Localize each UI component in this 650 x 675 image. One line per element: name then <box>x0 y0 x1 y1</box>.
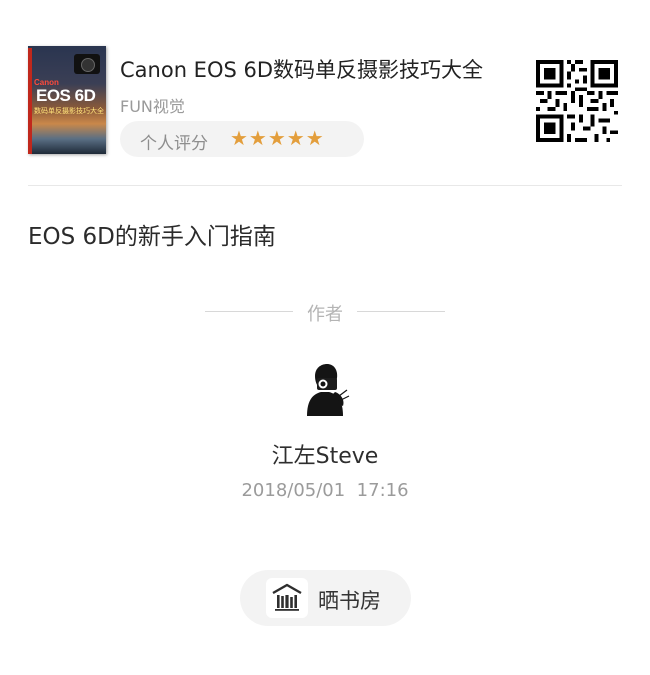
author-name[interactable]: 江左Steve <box>0 438 650 470</box>
brand-logo <box>266 578 308 618</box>
book-header[interactable]: Canon EOS 6D 数码单反摄影技巧大全 Canon EOS 6D数码单反… <box>28 44 622 160</box>
section-divider <box>28 185 622 186</box>
cover-subtitle-text: 数码单反摄影技巧大全 <box>34 107 104 115</box>
camera-icon <box>74 54 100 74</box>
author-heading: 作者 <box>205 298 445 326</box>
book-spine <box>28 48 32 154</box>
book-cover-image[interactable]: Canon EOS 6D 数码单反摄影技巧大全 <box>28 46 106 154</box>
book-publisher: FUN视觉 <box>120 97 185 116</box>
brand-name: 晒书房 <box>318 589 381 613</box>
author-avatar[interactable] <box>293 356 357 420</box>
book-share-page: Canon EOS 6D 数码单反摄影技巧大全 Canon EOS 6D数码单反… <box>0 0 650 675</box>
book-title[interactable]: Canon EOS 6D数码单反摄影技巧大全 <box>120 54 483 84</box>
article-title[interactable]: EOS 6D的新手入门指南 <box>28 217 276 251</box>
publish-timestamp: 2018/05/01 17:16 <box>241 480 409 501</box>
rating-badge: 个人评分 ★★★★★ <box>120 121 364 157</box>
rating-stars-icon: ★★★★★ <box>230 126 325 150</box>
rating-label: 个人评分 <box>140 134 208 154</box>
qr-code-icon[interactable] <box>536 60 618 142</box>
bookshelf-icon <box>272 583 302 611</box>
heading-rule-right <box>357 311 445 312</box>
shaishufang-brand-button[interactable]: 晒书房 <box>240 570 411 626</box>
cover-model-text: EOS 6D <box>36 86 96 105</box>
author-heading-label: 作者 <box>307 304 343 325</box>
